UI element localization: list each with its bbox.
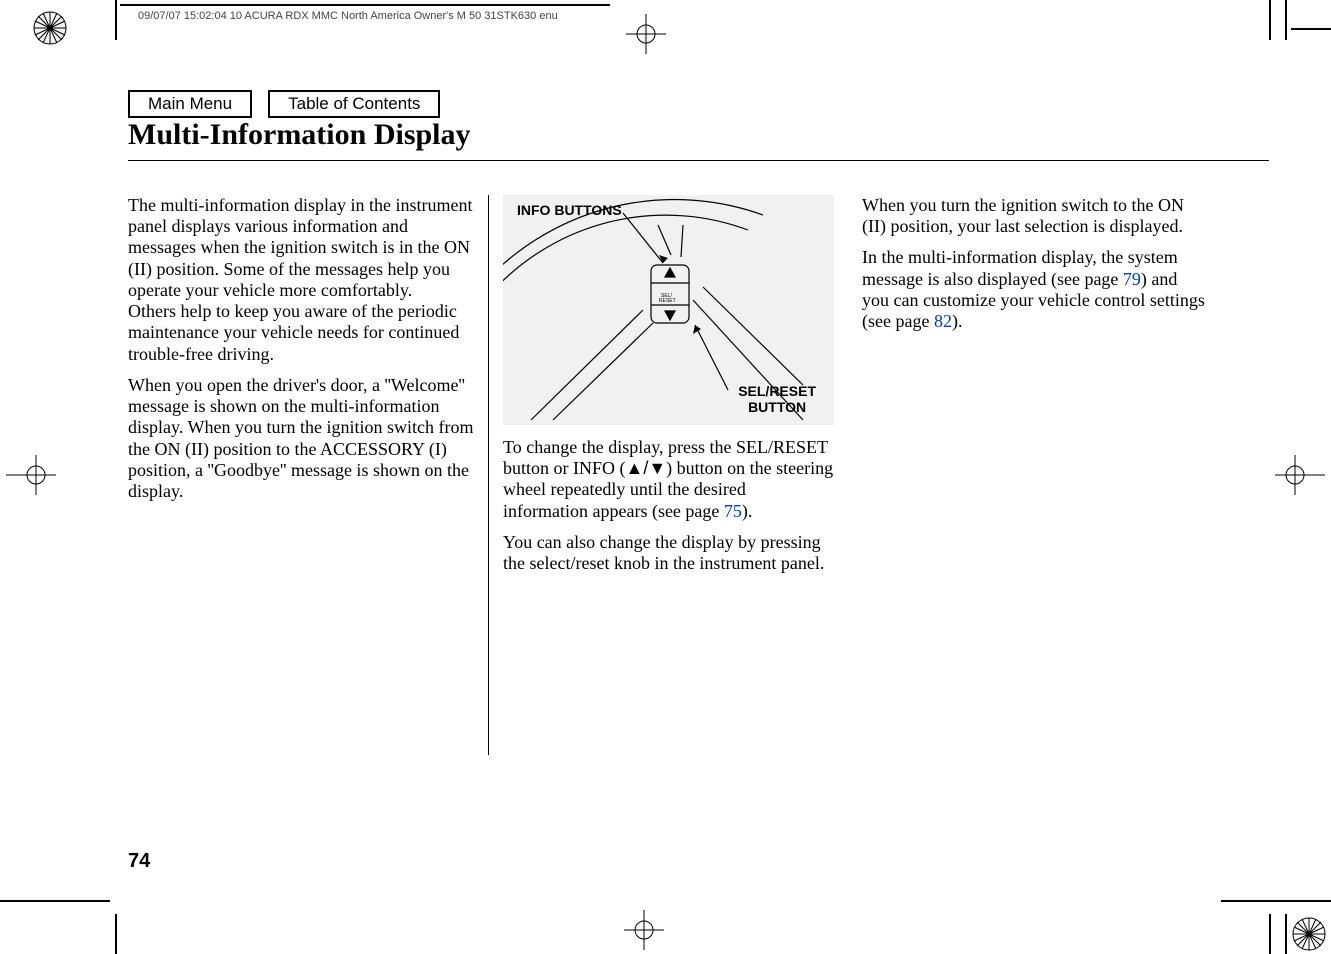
- page-link-75[interactable]: 75: [724, 501, 742, 521]
- registration-radial-icon: [1291, 916, 1327, 952]
- page-link-82[interactable]: 82: [934, 311, 952, 331]
- crop-line-icon: [0, 900, 110, 902]
- text: ).: [952, 311, 963, 331]
- nav-buttons: Main Menu Table of Contents: [128, 90, 440, 118]
- page-number: 74: [128, 850, 150, 873]
- table-of-contents-button[interactable]: Table of Contents: [268, 90, 440, 118]
- bottom-crop-bar: [0, 874, 1331, 954]
- body-columns: The multi-information display in the ins…: [128, 195, 1208, 755]
- title-rule: [128, 160, 1269, 161]
- page-title-block: Multi-Information Display: [128, 118, 1269, 161]
- crop-tick-icon: [1269, 0, 1271, 40]
- diagram-svg: SEL/ RESET: [503, 195, 835, 425]
- column-1: The multi-information display in the ins…: [128, 195, 488, 755]
- crop-tick-icon: [115, 914, 117, 954]
- paragraph: You can also change the display by press…: [503, 532, 834, 574]
- paragraph: When you turn the ignition switch to the…: [862, 195, 1208, 237]
- crosshair-icon: [1275, 455, 1325, 495]
- crop-tick-icon: [1285, 0, 1287, 40]
- column-3: When you turn the ignition switch to the…: [848, 195, 1208, 535]
- paragraph: In the multi-information display, the sy…: [862, 247, 1208, 332]
- crosshair-icon: [624, 910, 664, 950]
- crop-tick-icon: [1269, 914, 1271, 954]
- paragraph: To change the display, press the SEL/RES…: [503, 437, 834, 522]
- crop-line-icon: [1291, 28, 1331, 30]
- crosshair-icon: [6, 455, 56, 495]
- up-down-triangle-icon: ▲/▼: [626, 458, 667, 478]
- paragraph: The multi-information display in the ins…: [128, 195, 474, 365]
- crop-line-icon: [1221, 900, 1331, 902]
- sel-reset-tiny2: RESET: [659, 298, 676, 304]
- text: ).: [742, 501, 753, 521]
- text: The multi-information display in the ins…: [128, 195, 472, 300]
- steering-wheel-diagram: INFO BUTTONS SEL/RESET BUTTON: [503, 195, 834, 425]
- crop-line-icon: [120, 4, 610, 6]
- page-title: Multi-Information Display: [128, 118, 1269, 156]
- registration-radial-icon: [32, 10, 68, 46]
- text: Others help to keep you aware of the per…: [128, 301, 459, 363]
- column-2: INFO BUTTONS SEL/RESET BUTTON: [488, 195, 848, 755]
- main-menu-button[interactable]: Main Menu: [128, 90, 252, 118]
- page-link-79[interactable]: 79: [1123, 269, 1141, 289]
- crosshair-icon: [626, 14, 666, 54]
- crop-tick-icon: [1285, 914, 1287, 954]
- crop-tick-icon: [115, 0, 117, 40]
- imprint-text: 09/07/07 15:02:04 10 ACURA RDX MMC North…: [138, 10, 558, 22]
- paragraph: When you open the driver's door, a ''Wel…: [128, 375, 474, 502]
